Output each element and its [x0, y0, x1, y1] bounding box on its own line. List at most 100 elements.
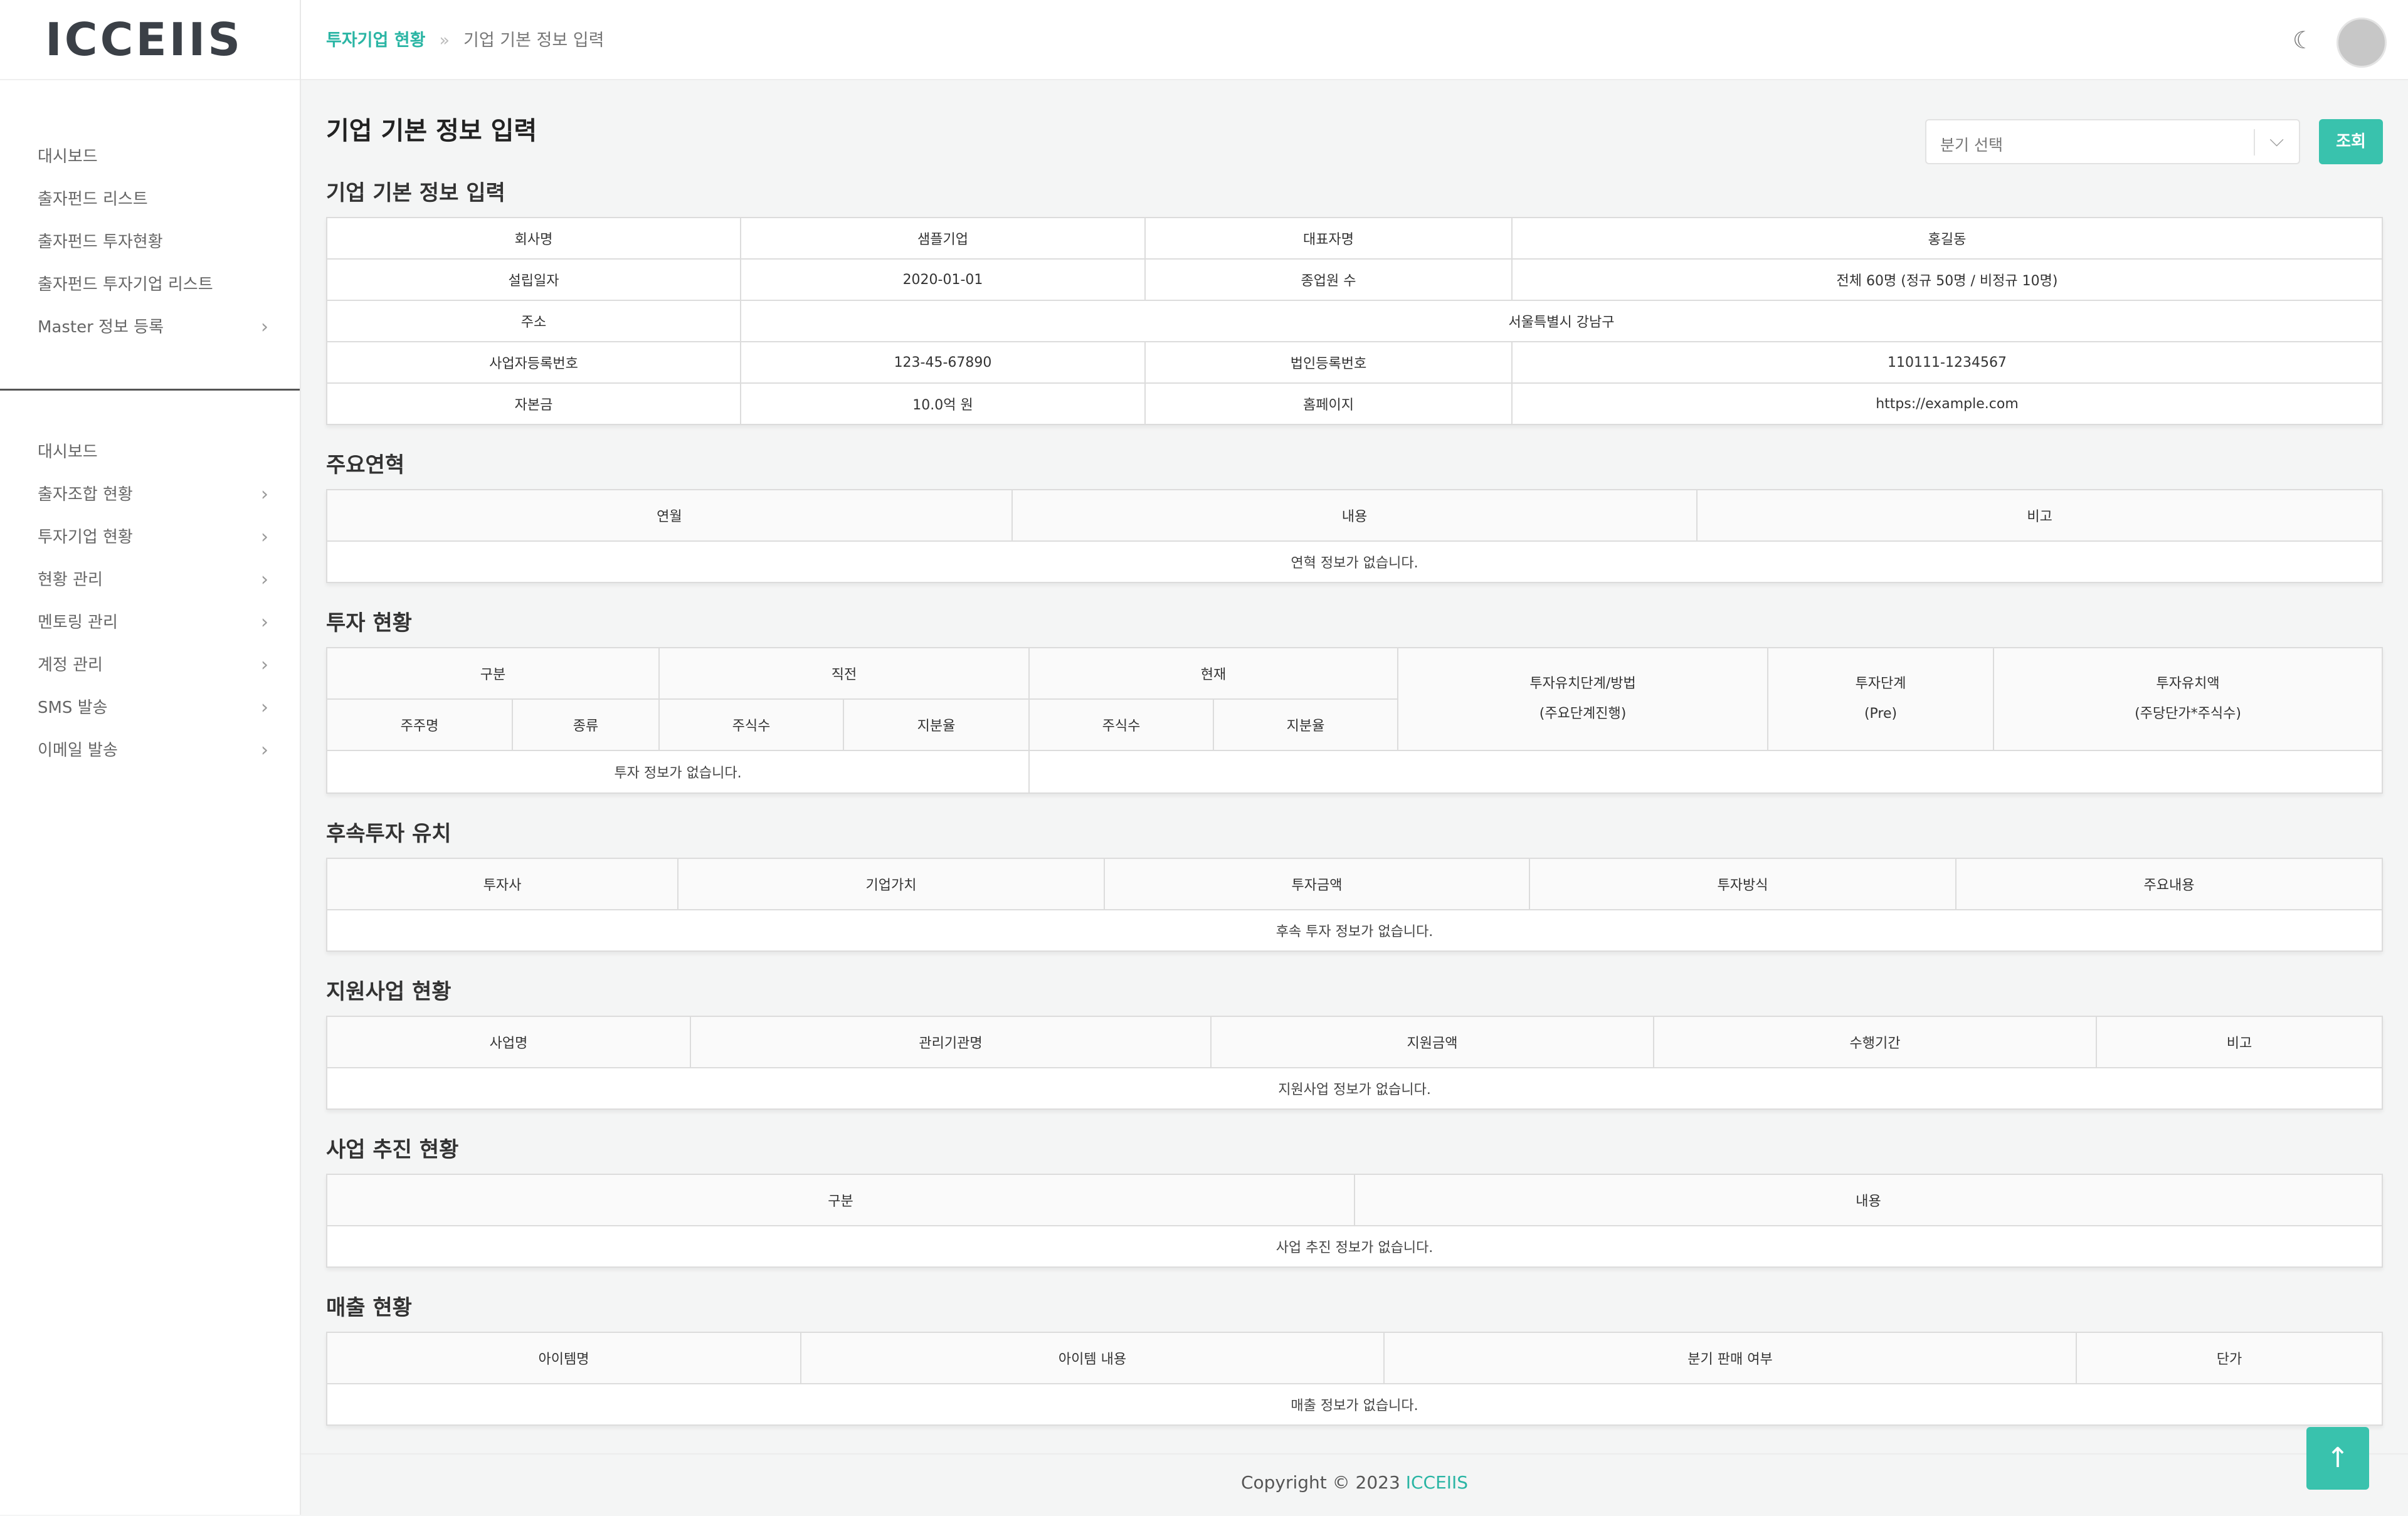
- footer-brand-link[interactable]: ICCEIIS: [1406, 1472, 1468, 1493]
- table-row: 사업자등록번호 123-45-67890 법인등록번호 110111-1234567: [326, 341, 2383, 384]
- moon-icon[interactable]: ☾: [2293, 26, 2314, 54]
- header-sub: (주당단가*주식수): [2135, 706, 2241, 722]
- cell-label: 대표자명: [1144, 217, 1513, 260]
- sidebar-item-mentoring[interactable]: 멘토링 관리 ›: [0, 601, 300, 644]
- table-row: 자본금 10.0억 원 홈페이지 https://example.com: [326, 382, 2383, 425]
- sidebar-item-label: 현황 관리: [38, 571, 103, 589]
- table-header-row: 투자사 기업가치 투자금액 투자방식 주요내용: [326, 858, 2383, 910]
- chevron-right-icon: ›: [261, 697, 268, 719]
- cell-label: 홈페이지: [1144, 382, 1513, 425]
- column-header: 투자방식: [1529, 858, 1956, 910]
- sidebar-item-fund-investment[interactable]: 출자펀드 투자현황: [0, 221, 300, 263]
- table-row: 지원사업 정보가 없습니다.: [326, 1067, 2383, 1110]
- table-row: 연혁 정보가 없습니다.: [326, 540, 2383, 583]
- empty-message: 사업 추진 정보가 없습니다.: [326, 1225, 2383, 1268]
- cell-value: 110111-1234567: [1511, 341, 2383, 384]
- column-header: 종류: [511, 698, 660, 751]
- empty-message: 연혁 정보가 없습니다.: [326, 540, 2383, 583]
- column-header: 관리기관명: [690, 1016, 1212, 1068]
- table-header-row: 구분 내용: [326, 1174, 2383, 1226]
- empty-message: 지원사업 정보가 없습니다.: [326, 1067, 2383, 1110]
- chevron-right-icon: ›: [261, 569, 268, 591]
- footer: Copyright © 2023 ICCEIIS: [301, 1453, 2408, 1516]
- table-header-row: 연월 내용 비고: [326, 489, 2383, 542]
- arrow-up-icon: ↑: [2326, 1442, 2350, 1474]
- column-header: 기업가치: [677, 858, 1105, 910]
- sidebar-item-fund-list[interactable]: 출자펀드 리스트: [0, 178, 300, 221]
- cell-label: 종업원 수: [1144, 258, 1513, 301]
- cell-value: 10.0억 원: [740, 382, 1146, 425]
- column-header: 주주명: [326, 698, 513, 751]
- column-header: 사업명: [326, 1016, 691, 1068]
- sales-table: 아이템명 아이템 내용 분기 판매 여부 단가 매출 정보가 없습니다.: [326, 1332, 2383, 1426]
- column-header: 내용: [1354, 1174, 2383, 1226]
- sidebar-item-label: 계정 관리: [38, 656, 103, 675]
- empty-cell: [1028, 750, 2383, 794]
- logo[interactable]: ICCEIIS: [45, 13, 243, 66]
- sidebar-item-email[interactable]: 이메일 발송 ›: [0, 729, 300, 772]
- sidebar-item-label: 출자조합 현황: [38, 485, 133, 504]
- breadcrumb-parent[interactable]: 투자기업 현황: [326, 31, 425, 50]
- sidebar-item-dashboard[interactable]: 대시보드: [0, 135, 300, 178]
- quarter-select[interactable]: 분기 선택 ⌵: [1925, 119, 2300, 164]
- sidebar-item-status-manage[interactable]: 현황 관리 ›: [0, 559, 300, 601]
- column-header: 직전: [658, 647, 1030, 700]
- sidebar-item-company-status[interactable]: 투자기업 현황 ›: [0, 516, 300, 559]
- chevron-right-icon: ›: [261, 654, 268, 676]
- search-button[interactable]: 조회: [2319, 119, 2383, 164]
- sidebar-item-dashboard-2[interactable]: 대시보드: [0, 431, 300, 473]
- topbar: 투자기업 현황 » 기업 기본 정보 입력 ☾: [301, 0, 2408, 80]
- section-title-investment: 투자 현황: [326, 611, 412, 636]
- breadcrumb-current: 기업 기본 정보 입력: [463, 31, 605, 50]
- sidebar-item-label: Master 정보 등록: [38, 318, 164, 337]
- empty-message: 투자 정보가 없습니다.: [325, 750, 1030, 794]
- header-main: 투자유치단계/방법: [1529, 676, 1636, 692]
- column-header: 지원금액: [1210, 1016, 1654, 1068]
- table-header-row: 사업명 관리기관명 지원금액 수행기간 비고: [326, 1016, 2383, 1068]
- cell-value: 샘플기업: [740, 217, 1146, 260]
- sidebar-item-accounts[interactable]: 계정 관리 ›: [0, 644, 300, 687]
- sidebar-item-fund-company-list[interactable]: 출자펀드 투자기업 리스트: [0, 263, 300, 306]
- sidebar-item-label: 투자기업 현황: [38, 528, 133, 547]
- cell-value: 전체 60명 (정규 50명 / 비정규 10명): [1511, 258, 2383, 301]
- cell-label: 사업자등록번호: [326, 341, 741, 384]
- table-row: 투자 정보가 없습니다.: [325, 750, 2383, 794]
- avatar[interactable]: [2337, 18, 2387, 68]
- column-header: 수행기간: [1653, 1016, 2097, 1068]
- sidebar-item-union-status[interactable]: 출자조합 현황 ›: [0, 473, 300, 516]
- column-header: 구분: [325, 647, 660, 700]
- scroll-to-top-button[interactable]: ↑: [2306, 1427, 2369, 1490]
- table-row: 후속 투자 정보가 없습니다.: [326, 909, 2383, 952]
- history-table: 연월 내용 비고 연혁 정보가 없습니다.: [326, 489, 2383, 583]
- column-header: 현재: [1028, 647, 1399, 700]
- column-header: 연월: [326, 489, 1013, 542]
- chevron-right-icon: ›: [261, 739, 268, 761]
- section-title-followup: 후속투자 유치: [326, 821, 452, 846]
- chevron-right-icon: ›: [261, 526, 268, 548]
- menu-group-1: 대시보드 출자펀드 리스트 출자펀드 투자현황 출자펀드 투자기업 리스트 Ma…: [0, 80, 300, 349]
- cell-label: 회사명: [326, 217, 741, 260]
- support-table: 사업명 관리기관명 지원금액 수행기간 비고 지원사업 정보가 없습니다.: [326, 1016, 2383, 1110]
- cell-value[interactable]: https://example.com: [1511, 382, 2383, 425]
- column-header: 분기 판매 여부: [1383, 1332, 2077, 1384]
- cell-label: 설립일자: [326, 258, 741, 301]
- chevron-right-icon: ›: [261, 316, 268, 338]
- breadcrumb-separator: »: [439, 31, 450, 50]
- menu-group-2: 대시보드 출자조합 현황 › 투자기업 현황 › 현황 관리 › 멘토링 관리 › 계정…: [0, 391, 300, 772]
- page-header: 기업 기본 정보 입력 분기 선택 ⌵ 조회: [326, 110, 2383, 181]
- section-title-history: 주요연혁: [326, 453, 405, 478]
- followup-table: 투자사 기업가치 투자금액 투자방식 주요내용 후속 투자 정보가 없습니다.: [326, 858, 2383, 952]
- chevron-right-icon: ›: [261, 611, 268, 633]
- table-header-row: 아이템명 아이템 내용 분기 판매 여부 단가: [326, 1332, 2383, 1384]
- copyright-text: Copyright © 2023: [1240, 1472, 1406, 1493]
- sidebar-item-label: 출자펀드 투자현황: [38, 233, 163, 251]
- sidebar-item-master-info[interactable]: Master 정보 등록 ›: [0, 306, 300, 349]
- chevron-right-icon: ›: [261, 483, 268, 505]
- sidebar-item-sms[interactable]: SMS 발송 ›: [0, 687, 300, 729]
- header-main: 투자단계: [1855, 676, 1906, 692]
- cell-value: 2020-01-01: [740, 258, 1146, 301]
- column-header: 투자단계 (Pre): [1767, 647, 1995, 751]
- sidebar-item-label: 대시보드: [38, 147, 98, 166]
- header-sub: (Pre): [1864, 706, 1898, 722]
- cell-value: 123-45-67890: [740, 341, 1146, 384]
